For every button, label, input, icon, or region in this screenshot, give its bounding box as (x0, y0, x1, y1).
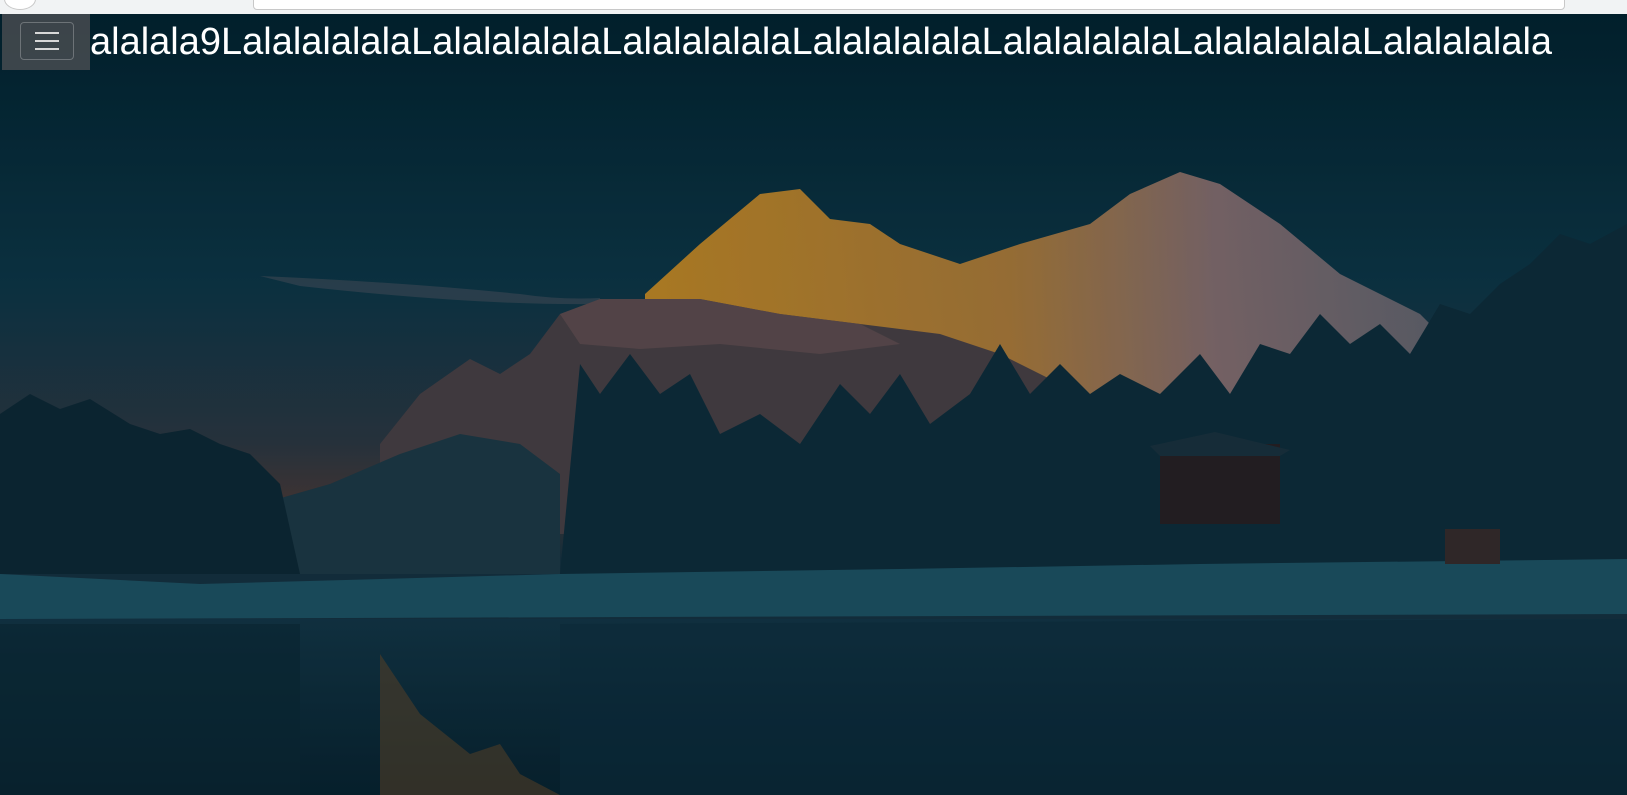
navbar (2, 14, 90, 70)
hamburger-icon (35, 32, 59, 50)
menu-toggle-button[interactable] (20, 22, 74, 60)
address-bar[interactable] (253, 0, 1565, 10)
browser-chrome-strip (0, 0, 1627, 15)
dark-overlay (0, 14, 1627, 795)
browser-nav-button[interactable] (4, 0, 36, 10)
hero-section: alalala9LalalalalalaLalalalalalaLalalala… (0, 14, 1627, 795)
page-headline: alalala9LalalalalalaLalalalalalaLalalala… (90, 21, 1553, 63)
